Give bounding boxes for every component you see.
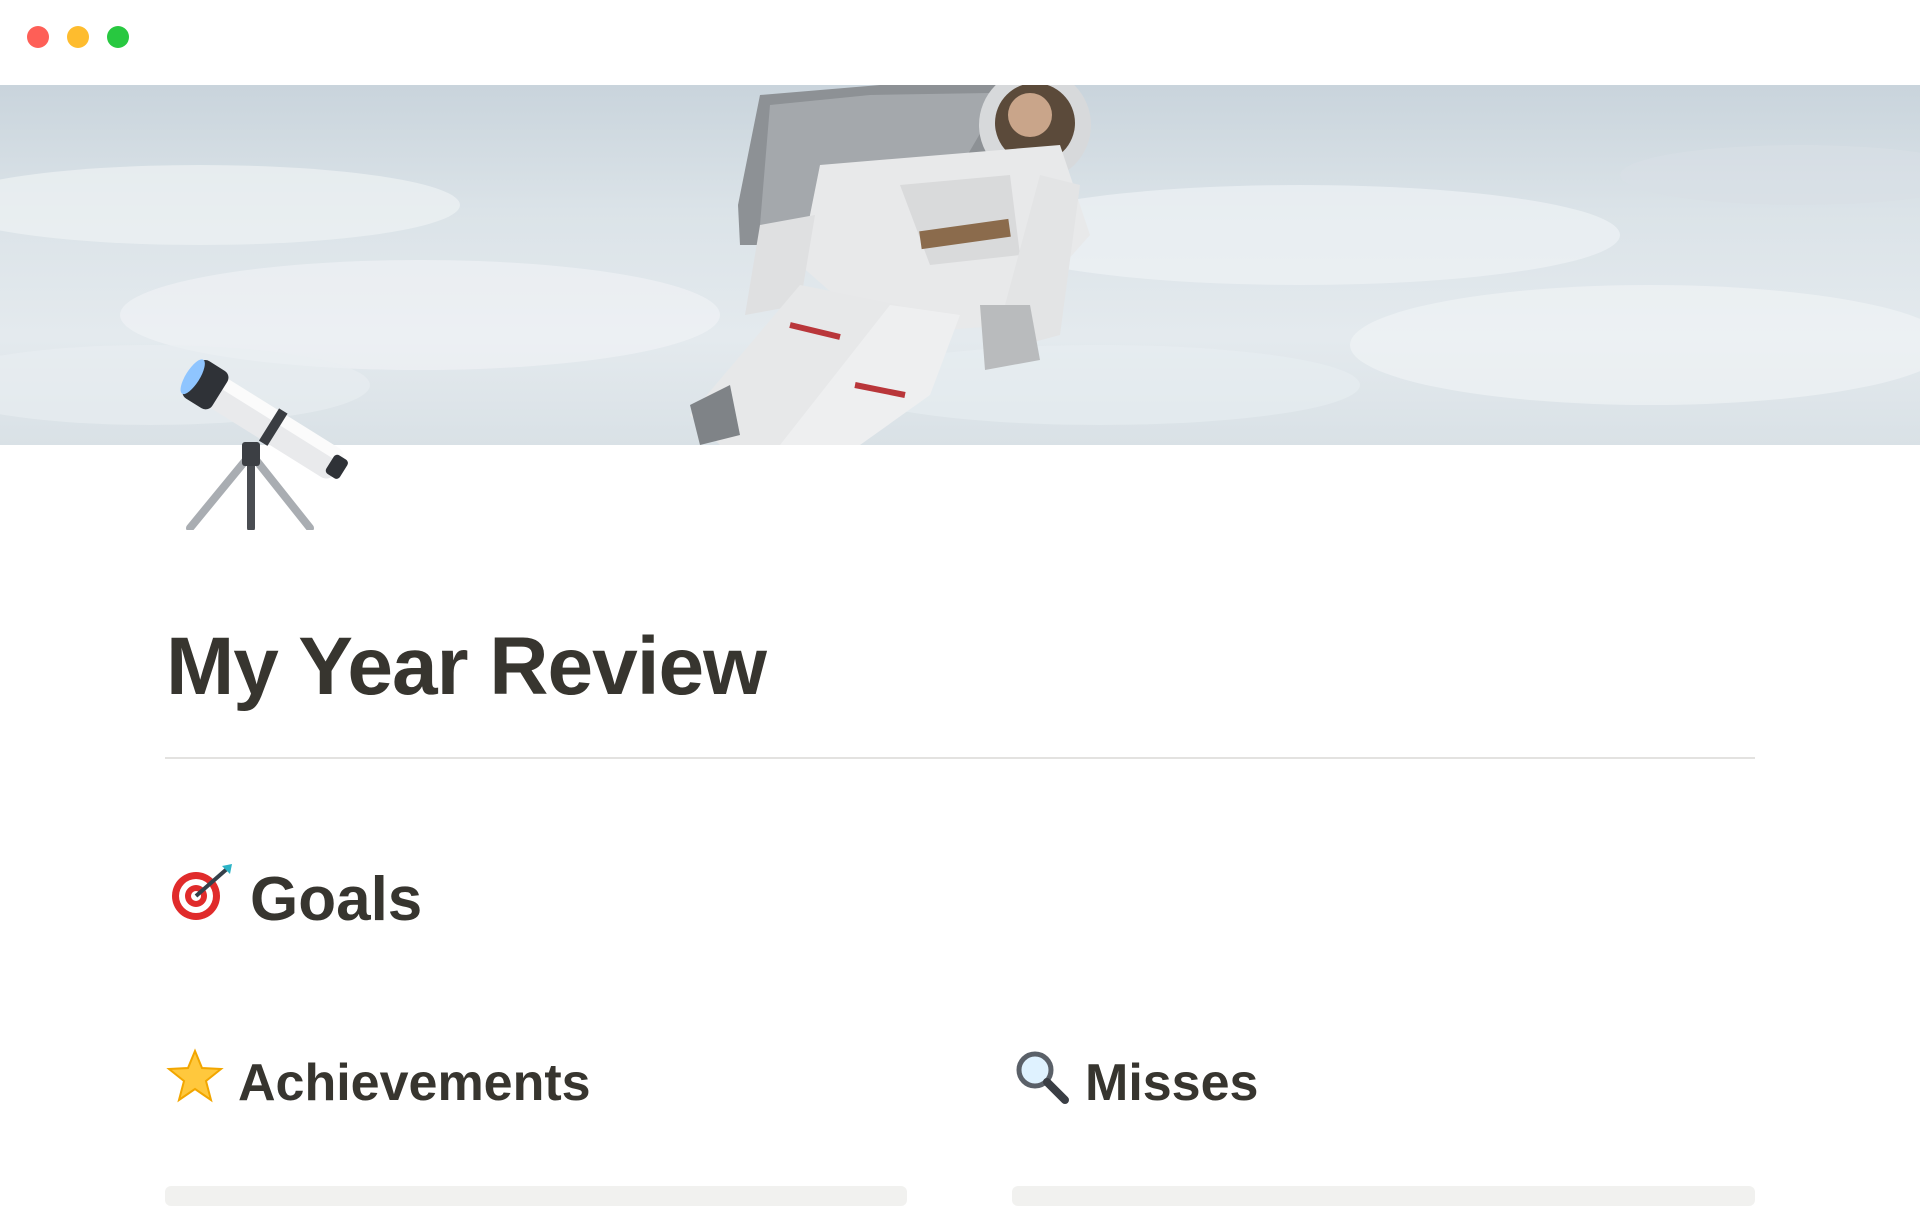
- window-maximize-button[interactable]: [107, 26, 129, 48]
- divider: [165, 757, 1755, 759]
- heading-misses[interactable]: Misses: [1013, 1048, 1258, 1117]
- window-minimize-button[interactable]: [67, 26, 89, 48]
- window-titlebar: [0, 0, 1920, 85]
- window-close-button[interactable]: [27, 26, 49, 48]
- heading-goals-label: Goals: [250, 865, 423, 934]
- misses-card[interactable]: [1012, 1186, 1755, 1206]
- telescope-icon[interactable]: [160, 350, 360, 532]
- magnifying-glass-icon: [1013, 1048, 1071, 1117]
- heading-goals[interactable]: Goals: [166, 862, 422, 937]
- target-icon: [166, 862, 236, 937]
- heading-achievements-label: Achievements: [238, 1053, 591, 1112]
- achievements-card[interactable]: [165, 1186, 907, 1206]
- heading-achievements[interactable]: Achievements: [166, 1048, 591, 1117]
- page-title[interactable]: My Year Review: [166, 620, 767, 714]
- heading-misses-label: Misses: [1085, 1053, 1259, 1112]
- star-icon: [166, 1048, 224, 1117]
